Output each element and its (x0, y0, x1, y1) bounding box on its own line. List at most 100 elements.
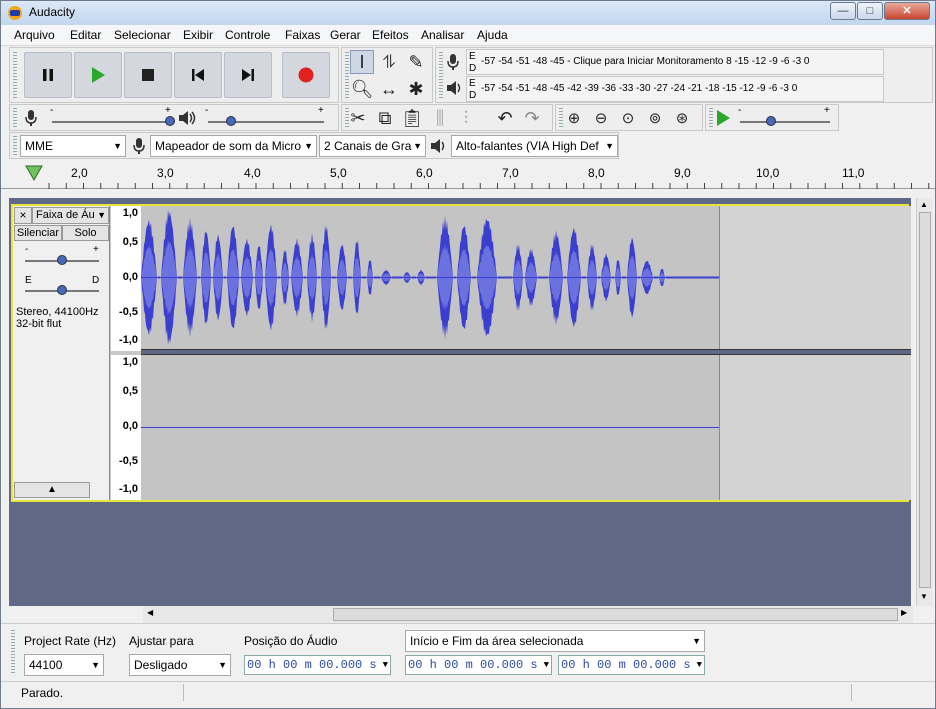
envelope-tool-icon[interactable]: ⥮ (377, 50, 401, 74)
microphone-icon (447, 54, 459, 70)
copy-icon[interactable]: ⧉ (373, 106, 397, 130)
toolbar-grip[interactable] (345, 52, 349, 98)
scale-label: 1,0 (122, 356, 138, 368)
menu-bar: Arquivo Editar Selecionar Exibir Control… (1, 25, 935, 46)
selection-end-time[interactable]: 00 h 00 m 00.000 s ▼ (558, 655, 705, 675)
timeshift-tool-icon[interactable]: ↔ (377, 77, 401, 101)
menu-gerar[interactable]: Gerar (330, 28, 361, 42)
zoom-toggle-icon[interactable]: ⊛ (670, 106, 694, 130)
undo-icon[interactable]: ↶ (493, 106, 517, 130)
horizontal-scrollbar[interactable]: ◀ ▶ (143, 606, 913, 623)
record-button[interactable] (282, 52, 330, 98)
audio-position-time[interactable]: 00 h 00 m 00.000 s ▼ (244, 655, 391, 675)
status-divider (183, 684, 184, 701)
menu-faixas[interactable]: Faixas (285, 28, 320, 42)
play-speed-slider[interactable] (740, 121, 830, 123)
paste-icon[interactable]: 📋︎ (400, 106, 424, 130)
menu-controle[interactable]: Controle (225, 28, 270, 42)
vertical-scrollbar[interactable]: ▲ ▼ (916, 198, 933, 606)
mute-button[interactable]: Silenciar (14, 225, 62, 241)
menu-ajuda[interactable]: Ajuda (477, 28, 508, 42)
record-volume-slider[interactable] (52, 121, 170, 123)
selection-mode-select[interactable]: Início e Fim da área selecionada ▼ (405, 630, 705, 652)
skip-to-end-button[interactable] (224, 52, 272, 98)
vertical-scale-left[interactable]: 1,0 0,5 0,0 -0,5 -1,0 (111, 206, 141, 351)
waveform-right-channel[interactable] (141, 355, 911, 500)
selection-tool-icon[interactable]: I (350, 50, 374, 74)
scroll-down-icon[interactable]: ▼ (920, 592, 928, 601)
record-meter[interactable]: E D -57 -54 -51 -48 -45 - Clique para In… (466, 49, 884, 75)
audio-track[interactable]: × Faixa de Áu ▼ Silenciar Solo - + E D St… (11, 204, 911, 502)
skip-to-start-button[interactable] (174, 52, 222, 98)
toolbar-grip[interactable] (13, 108, 17, 128)
menu-selecionar[interactable]: Selecionar (114, 28, 171, 42)
toolbar-grip[interactable] (709, 108, 713, 128)
ruler-label: 11,0 (842, 166, 865, 180)
zoom-out-icon[interactable]: ⊖ (589, 106, 613, 130)
menu-editar[interactable]: Editar (70, 28, 101, 42)
toolbar-grip[interactable] (13, 52, 17, 98)
scroll-right-icon[interactable]: ▶ (901, 608, 907, 617)
fit-selection-icon[interactable]: ⊙ (616, 106, 640, 130)
input-channels-select[interactable]: 2 Canais de Gra ▼ (319, 135, 426, 157)
playback-meter[interactable]: E D -57 -54 -51 -48 -45 -42 -39 -36 -33 … (466, 76, 884, 102)
draw-tool-icon[interactable]: ✎ (404, 50, 428, 74)
silence-icon[interactable]: ⫶ (454, 106, 478, 130)
menu-efeitos[interactable]: Efeitos (372, 28, 409, 42)
device-toolbar: MME ▼ Mapeador de som da Micro ▼ 2 Canais … (9, 132, 619, 159)
minimize-button[interactable]: — (830, 2, 856, 20)
maximize-button[interactable]: □ (857, 2, 883, 20)
collapse-track-button[interactable]: ▲ (14, 482, 90, 498)
ruler-label: 10,0 (756, 166, 780, 180)
zoom-tool-icon[interactable]: 🔍︎ (350, 77, 374, 101)
timeline-ruler[interactable]: 2,0 3,0 4,0 5,0 6,0 7,0 8,0 9,0 10,0 11,… (1, 159, 935, 189)
waveform-left-channel[interactable] (141, 206, 911, 349)
solo-button[interactable]: Solo (62, 225, 109, 241)
menu-analisar[interactable]: Analisar (421, 28, 464, 42)
output-device-select[interactable]: Alto-falantes (VIA High Def ▼ (451, 135, 618, 157)
toolbar-grip[interactable] (11, 630, 15, 674)
play-volume-minus: - (205, 105, 209, 116)
stop-button[interactable] (124, 52, 172, 98)
input-device-select[interactable]: Mapeador de som da Micro ▼ (150, 135, 317, 157)
toolbar-grip[interactable] (439, 52, 443, 98)
track-close-button[interactable]: × (14, 207, 32, 224)
trim-icon[interactable]: ⫼ (428, 106, 452, 130)
pause-button[interactable] (24, 52, 72, 98)
play-button[interactable] (74, 52, 122, 98)
record-volume-knob[interactable] (165, 116, 175, 126)
menu-exibir[interactable]: Exibir (183, 28, 213, 42)
title-bar[interactable]: Audacity — □ ✕ (1, 1, 935, 25)
vertical-scroll-thumb[interactable] (919, 212, 931, 588)
scroll-left-icon[interactable]: ◀ (147, 608, 153, 617)
redo-icon[interactable]: ↷ (520, 106, 544, 130)
zoom-in-icon[interactable]: ⊕ (562, 106, 586, 130)
menu-arquivo[interactable]: Arquivo (14, 28, 55, 42)
gain-knob[interactable] (57, 255, 67, 265)
play-at-speed-toolbar: - + (705, 104, 839, 131)
selection-start-time[interactable]: 00 h 00 m 00.000 s ▼ (405, 655, 552, 675)
pan-left-label: E (25, 275, 32, 286)
play-at-speed-icon[interactable] (714, 109, 732, 127)
pan-knob[interactable] (57, 285, 67, 295)
horizontal-scroll-thumb[interactable] (333, 608, 898, 621)
close-window-button[interactable]: ✕ (884, 2, 930, 20)
ruler-label: 6,0 (416, 166, 433, 180)
chevron-down-icon: ▼ (543, 660, 549, 670)
audio-host-select[interactable]: MME ▼ (20, 135, 126, 157)
snap-to-select[interactable]: Desligado ▼ (129, 654, 231, 676)
scroll-up-icon[interactable]: ▲ (920, 200, 928, 209)
playback-volume-knob[interactable] (226, 116, 237, 126)
window-title: Audacity (29, 5, 76, 19)
toolbar-grip[interactable] (13, 136, 17, 156)
scale-label: 0,0 (122, 271, 138, 283)
play-volume-plus: + (318, 105, 324, 116)
cut-icon[interactable]: ✂ (346, 106, 370, 130)
project-rate-select[interactable]: 44100 ▼ (24, 654, 104, 676)
vertical-scale-right[interactable]: 1,0 0,5 0,0 -0,5 -1,0 (111, 355, 141, 500)
fit-project-icon[interactable]: ⊚ (643, 106, 667, 130)
track-name-menu[interactable]: Faixa de Áu ▼ (32, 207, 109, 224)
play-speed-knob[interactable] (766, 116, 776, 126)
chevron-down-icon: ▼ (382, 660, 388, 670)
multi-tool-icon[interactable]: ✱ (404, 77, 428, 101)
